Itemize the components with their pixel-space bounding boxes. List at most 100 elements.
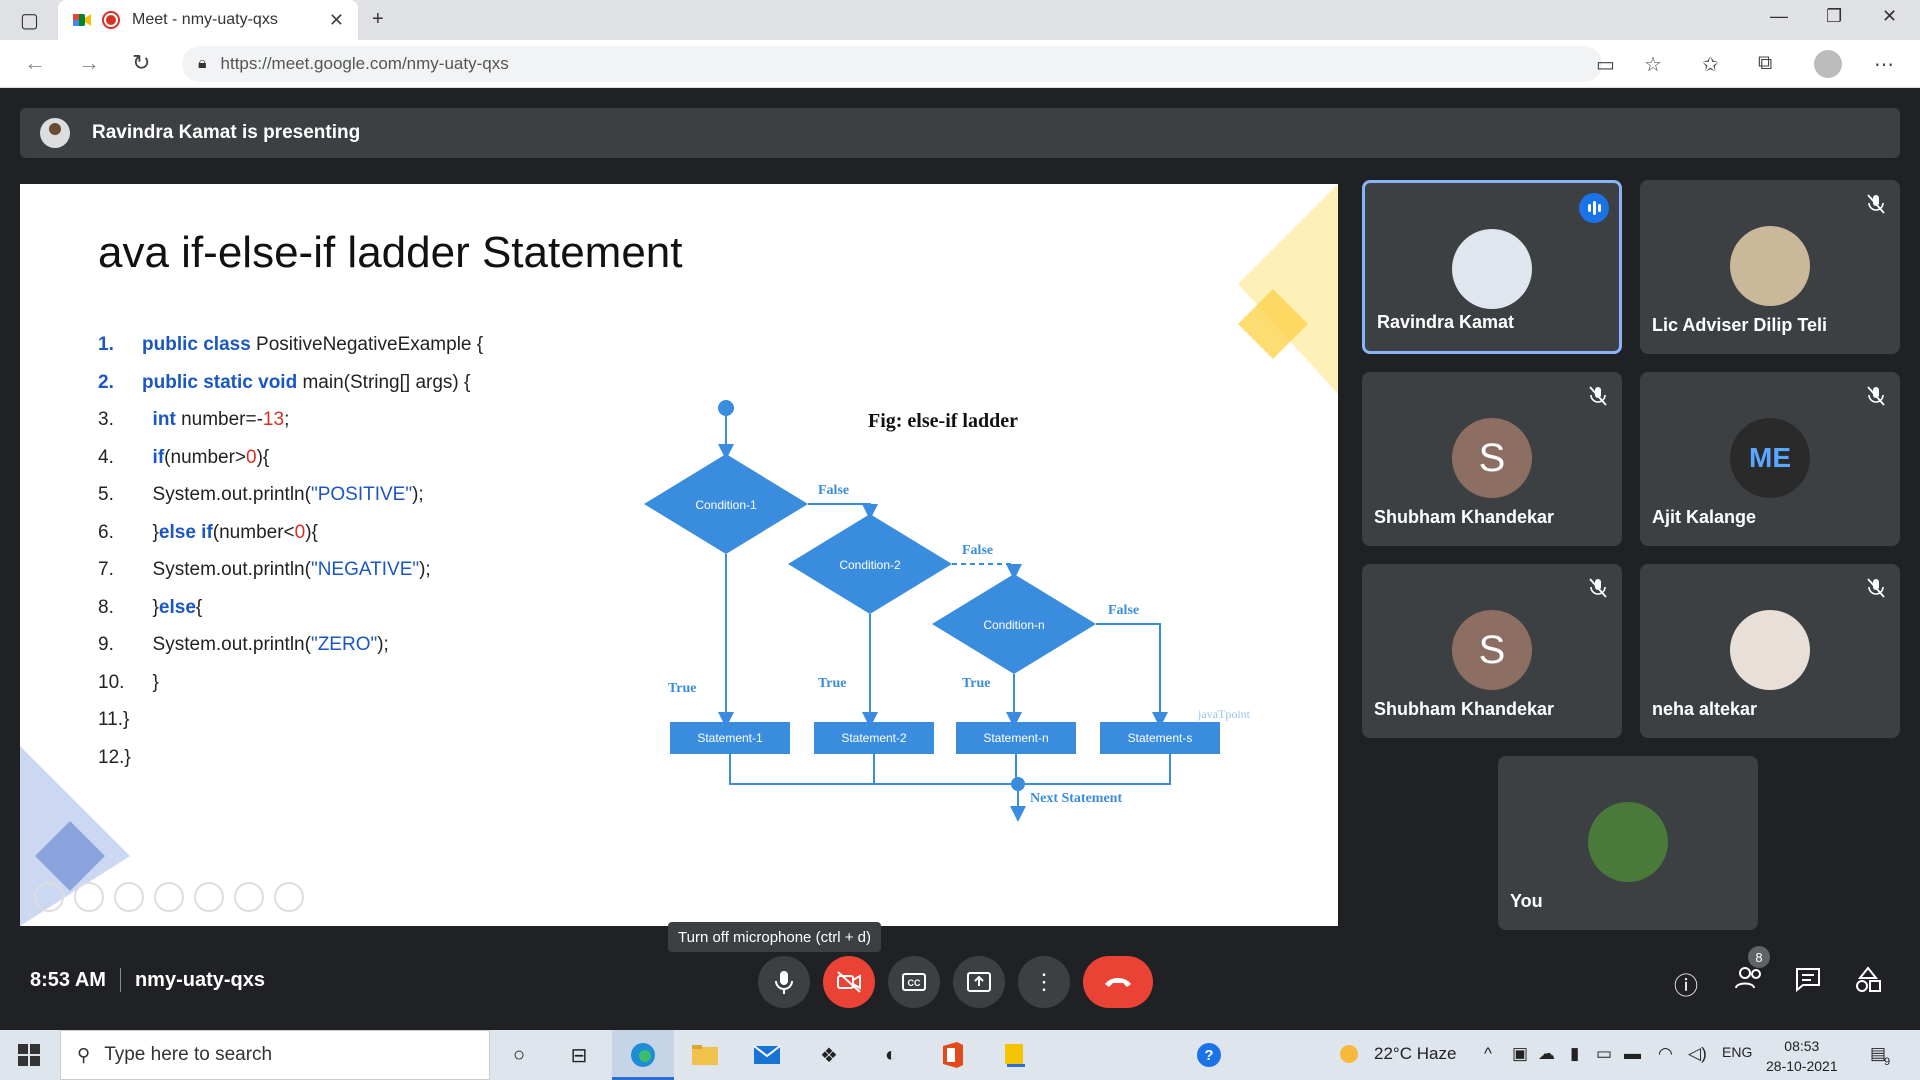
zoom-icon[interactable] [194,882,224,912]
office-icon[interactable] [938,1040,968,1070]
meeting-details-icon[interactable]: ⓘ [1674,966,1698,1001]
participant-name: You [1510,891,1543,911]
code-line-number: 12.} [98,746,131,768]
taskbar-search-input[interactable]: ⚲ Type here to search [60,1030,490,1080]
tray-chevron-icon[interactable]: ^ [1484,1044,1492,1064]
windows-taskbar: ⚲ Type here to search ○ ⊟ ❖ ◐ ? 22°C Haz… [0,1030,1920,1080]
code-line: 11.} [98,709,142,731]
profile-avatar[interactable] [1814,50,1842,78]
participant-tile[interactable]: You [1498,756,1758,930]
code-token: (number> [164,446,247,468]
mail-icon[interactable] [752,1040,782,1070]
statement-2-label: Statement-2 [841,731,907,745]
code-token: ); [419,559,431,580]
people-icon[interactable] [1734,966,1764,997]
tray-mic-icon[interactable]: ▮ [1570,1044,1579,1064]
minimize-icon[interactable]: — [1770,6,1788,27]
code-token: { [195,596,203,618]
code-token: public class [142,334,257,355]
more-vert-icon: ⋮ [1033,969,1055,994]
false-label-1: False [818,483,849,498]
task-view-icon[interactable]: ⊟ [564,1040,594,1070]
tray-display-icon[interactable]: ▭ [1596,1044,1612,1064]
tab-meet[interactable]: Meet - nmy-uaty-qxs ✕ [58,0,358,40]
restore-icon[interactable]: ❐ [1826,6,1842,27]
app-icon[interactable]: ◐ [876,1040,906,1070]
participant-tile[interactable]: ME Ajit Kalange [1640,372,1900,546]
false-label-3: False [1108,603,1139,618]
reload-icon[interactable]: ↻ [132,50,150,76]
code-token: public static void [142,371,303,393]
participant-tile[interactable]: Ravindra Kamat [1362,180,1622,354]
participant-name: neha altekar [1652,699,1758,719]
favorites-icon[interactable]: ✩ [1702,52,1719,77]
tab-close-icon[interactable]: ✕ [329,10,344,31]
tab-actions-icon[interactable]: ▢ [20,8,39,33]
onedrive-icon[interactable]: ☁ [1538,1044,1555,1064]
camera-toggle-button[interactable] [823,956,875,1008]
code-token: 0 [294,521,306,543]
clock-time: 08:53 [1784,1038,1820,1054]
svg-text:CC: CC [908,978,921,988]
battery-icon[interactable]: ▬ [1624,1044,1641,1064]
back-icon[interactable]: ← [24,50,46,76]
url-text: https://meet.google.com/nmy-uaty-qxs [220,54,509,73]
participant-avatar [1452,229,1532,309]
leave-call-button[interactable] [1083,956,1153,1008]
forward-icon[interactable]: → [78,50,100,76]
people-count-badge: 8 [1748,946,1770,968]
activities-icon[interactable] [1854,966,1882,1001]
tray-device-icon[interactable]: ▣ [1512,1044,1528,1064]
lock-icon: 🔒︎ [198,55,207,72]
code-line-number: 10. [98,671,125,693]
participant-tile[interactable]: neha altekar [1640,564,1900,738]
weather-icon[interactable] [1338,1044,1360,1069]
more-options-button[interactable]: ⋮ [1018,956,1070,1008]
captions-button[interactable]: CC [888,956,940,1008]
meeting-time: 8:53 AM [30,968,106,991]
condition-2-label: Condition-2 [839,558,901,572]
volume-icon[interactable]: ◁) [1688,1044,1707,1064]
sticky-note-icon[interactable] [1000,1040,1030,1070]
chat-icon[interactable] [1794,966,1822,999]
new-tab-icon[interactable]: + [372,8,384,31]
code-token: main(String[] args) { [302,371,471,393]
code-line: 7. System.out.println("NEGATIVE"); [98,559,431,581]
more-menu-icon[interactable]: ⋯ [1874,52,1894,77]
subtitles-icon[interactable] [234,882,264,912]
next-slide-icon[interactable] [74,882,104,912]
code-line-number: 9. [98,634,114,655]
microphone-button[interactable] [758,956,810,1008]
collections-icon[interactable]: ⧉ [1758,52,1772,75]
participant-tile[interactable]: S Shubham Khandekar [1362,564,1622,738]
add-favorite-icon[interactable]: ☆ [1644,52,1662,77]
camera-icon[interactable]: ▭ [1596,52,1615,77]
participant-tile[interactable]: Lic Adviser Dilip Teli [1640,180,1900,354]
prev-slide-icon[interactable] [34,882,64,912]
more-options-icon[interactable] [274,882,304,912]
search-icon: ⚲ [77,1044,91,1065]
taskbar-clock[interactable]: 08:53 28-10-2021 [1766,1036,1838,1076]
help-icon[interactable]: ? [1194,1040,1224,1070]
browser-tab-bar: ▢ Meet - nmy-uaty-qxs ✕ + — ❐ ✕ [0,0,1920,40]
present-button[interactable] [953,956,1005,1008]
url-field[interactable]: 🔒︎ https://meet.google.com/nmy-uaty-qxs [182,46,1602,82]
file-explorer-icon[interactable] [690,1040,720,1070]
dropbox-icon[interactable]: ❖ [814,1040,844,1070]
windows-start-icon[interactable] [18,1044,40,1066]
close-window-icon[interactable]: ✕ [1882,6,1897,27]
cortana-icon[interactable]: ○ [504,1040,534,1070]
code-token: PositiveNegativeExample { [256,334,484,355]
participant-avatar: S [1452,610,1532,690]
wifi-icon[interactable]: ◠ [1658,1044,1673,1064]
participant-name: Shubham Khandekar [1374,699,1555,719]
code-token: ); [377,634,389,655]
slides-grid-icon[interactable] [154,882,184,912]
start-node [718,400,734,416]
pen-icon[interactable] [114,882,144,912]
language-indicator[interactable]: ENG [1722,1044,1752,1060]
notification-count: 9 [1884,1056,1891,1068]
presenting-text: Ravindra Kamat is presenting [92,122,361,143]
weather-text[interactable]: 22°C Haze [1374,1044,1456,1064]
participant-tile[interactable]: S Shubham Khandekar [1362,372,1622,546]
